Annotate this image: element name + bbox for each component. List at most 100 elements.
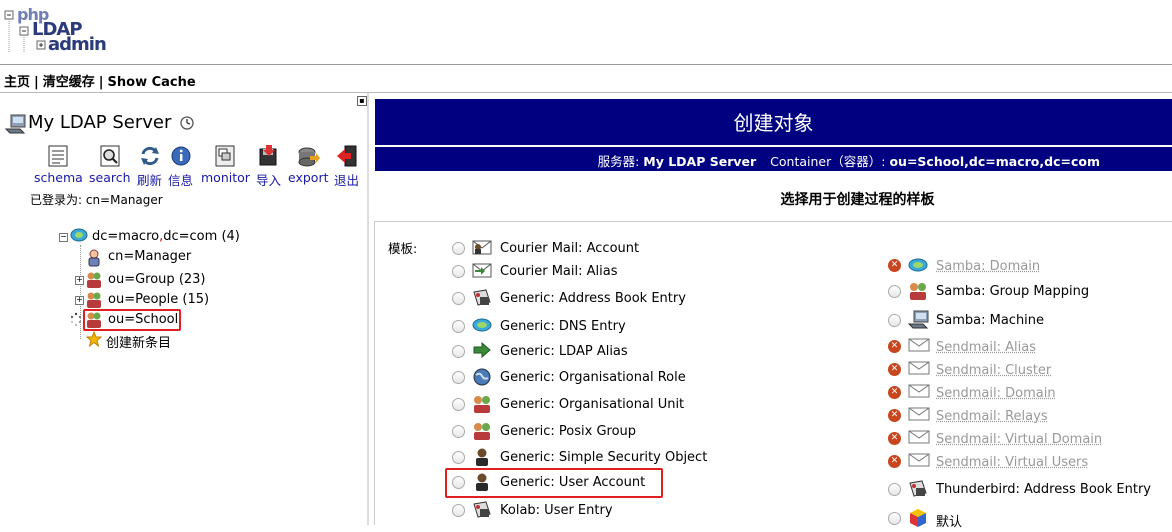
template-radio[interactable] [452, 292, 465, 305]
highlight-box [445, 468, 663, 498]
template-label: Generic: Organisational Role [500, 370, 686, 385]
disabled-icon: ✕ [888, 363, 901, 376]
dns-icon [908, 256, 928, 276]
template-label: Generic: Simple Security Object [500, 450, 707, 465]
envelope-icon [908, 383, 928, 403]
template-label: Sendmail: Cluster [936, 363, 1051, 378]
template-label: Samba: Group Mapping [936, 284, 1089, 299]
toplinks-divider [0, 92, 1172, 93]
disabled-icon: ✕ [888, 340, 901, 353]
container-value: ou=School,dc=macro,dc=com [889, 154, 1100, 169]
template-radio[interactable] [452, 265, 465, 278]
disabled-icon: ✕ [888, 386, 901, 399]
template-radio[interactable] [452, 320, 465, 333]
server-name[interactable]: My LDAP Server [28, 112, 171, 133]
disabled-icon: ✕ [888, 432, 901, 445]
address-book-icon [908, 479, 928, 499]
template-radio[interactable] [452, 345, 465, 358]
template-label: Sendmail: Virtual Domain [936, 432, 1102, 447]
envelope-icon [908, 337, 928, 357]
template-label: Sendmail: Domain [936, 386, 1056, 401]
search-icon [98, 144, 122, 168]
template-label: Sendmail: Virtual Users [936, 455, 1088, 470]
template-radio[interactable] [452, 425, 465, 438]
globe-icon [472, 367, 492, 387]
tool-monitor[interactable]: monitor [201, 144, 250, 185]
disabled-icon: ✕ [888, 259, 901, 272]
show-cache-link[interactable]: Show Cache [108, 75, 196, 90]
app-logo: php LDAP admin [0, 0, 120, 62]
clock-icon[interactable] [180, 116, 194, 134]
tool-search[interactable]: search [89, 144, 131, 185]
server-value: My LDAP Server [643, 154, 756, 169]
template-radio[interactable] [888, 483, 901, 496]
expand-tree-node-icon[interactable]: + [75, 276, 84, 285]
tool-schema[interactable]: schema [34, 144, 83, 185]
template-label: Courier Mail: Alias [500, 264, 617, 279]
tool-label: 信息 [168, 173, 193, 188]
clear-cache-link[interactable]: 清空缓存 [43, 75, 95, 90]
tree-item-group[interactable]: ou=Group (23) [108, 272, 206, 287]
server-container-info: 服务器: My LDAP Server Container（容器）: ou=Sc… [375, 147, 1172, 171]
import-icon [257, 144, 281, 168]
tool-refresh[interactable]: 刷新 [137, 144, 162, 189]
ou-icon [86, 271, 102, 293]
ou-icon [472, 394, 492, 414]
template-label: Courier Mail: Account [500, 241, 639, 256]
template-label: Generic: Posix Group [500, 424, 636, 439]
template-radio[interactable] [888, 512, 901, 525]
tool-import[interactable]: 导入 [256, 144, 281, 189]
collapse-sidebar-button[interactable]: ▪ [357, 96, 367, 106]
address-book-icon [472, 288, 492, 308]
tool-label: 退出 [334, 173, 359, 188]
page-title: 创建对象 [375, 99, 1172, 145]
tree-item-create-new[interactable]: 创建新条目 [106, 332, 171, 351]
template-radio[interactable] [452, 451, 465, 464]
server-label: 服务器: [598, 154, 640, 169]
template-label: Sendmail: Relays [936, 409, 1048, 424]
tool-info[interactable]: 信息 [168, 144, 193, 189]
template-label: Thunderbird: Address Book Entry [936, 482, 1151, 497]
disabled-icon: ✕ [888, 409, 901, 422]
container-label: Container（容器）: [770, 154, 885, 169]
header-divider [0, 64, 1172, 65]
refresh-icon [138, 144, 162, 168]
expand-tree-node-icon[interactable]: + [75, 296, 84, 305]
group-icon [472, 421, 492, 441]
server-icon [908, 310, 928, 330]
template-radio[interactable] [452, 504, 465, 517]
envelope-icon [908, 406, 928, 426]
template-label: Samba: Machine [936, 313, 1044, 328]
tree-item-people[interactable]: ou=People (15) [108, 292, 209, 307]
template-label: Generic: Address Book Entry [500, 291, 686, 306]
template-radio[interactable] [452, 371, 465, 384]
template-label: Sendmail: Alias [936, 340, 1036, 355]
logout-icon [335, 144, 359, 168]
monitor-icon [213, 144, 237, 168]
tree-item-school[interactable]: ou=School [108, 312, 178, 327]
template-label: Generic: DNS Entry [500, 319, 626, 334]
chooser-left-border [374, 221, 375, 525]
tree-root[interactable]: dc=macro,dc=com (4) [92, 229, 240, 244]
tool-export[interactable]: export [288, 144, 329, 185]
template-radio[interactable] [888, 285, 901, 298]
tree-item-manager[interactable]: cn=Manager [108, 249, 191, 264]
tool-label: schema [34, 170, 83, 185]
envelope-icon [908, 452, 928, 472]
template-radio[interactable] [452, 242, 465, 255]
template-radio[interactable] [452, 398, 465, 411]
top-links: 主页 | 清空缓存 | Show Cache [4, 71, 196, 90]
home-link[interactable]: 主页 [4, 75, 30, 90]
collapse-tree-node-icon[interactable]: − [59, 233, 68, 242]
dns-icon [472, 316, 492, 336]
chooser-divider [375, 221, 1172, 222]
envelope-icon [908, 429, 928, 449]
tool-label: export [288, 170, 329, 185]
tool-logout[interactable]: 退出 [334, 144, 359, 189]
star-icon [86, 331, 102, 351]
disabled-icon: ✕ [888, 455, 901, 468]
logged-in-as: 已登录为: cn=Manager [30, 191, 163, 208]
template-radio[interactable] [888, 314, 901, 327]
envelope-icon [908, 360, 928, 380]
default-icon [908, 508, 928, 528]
